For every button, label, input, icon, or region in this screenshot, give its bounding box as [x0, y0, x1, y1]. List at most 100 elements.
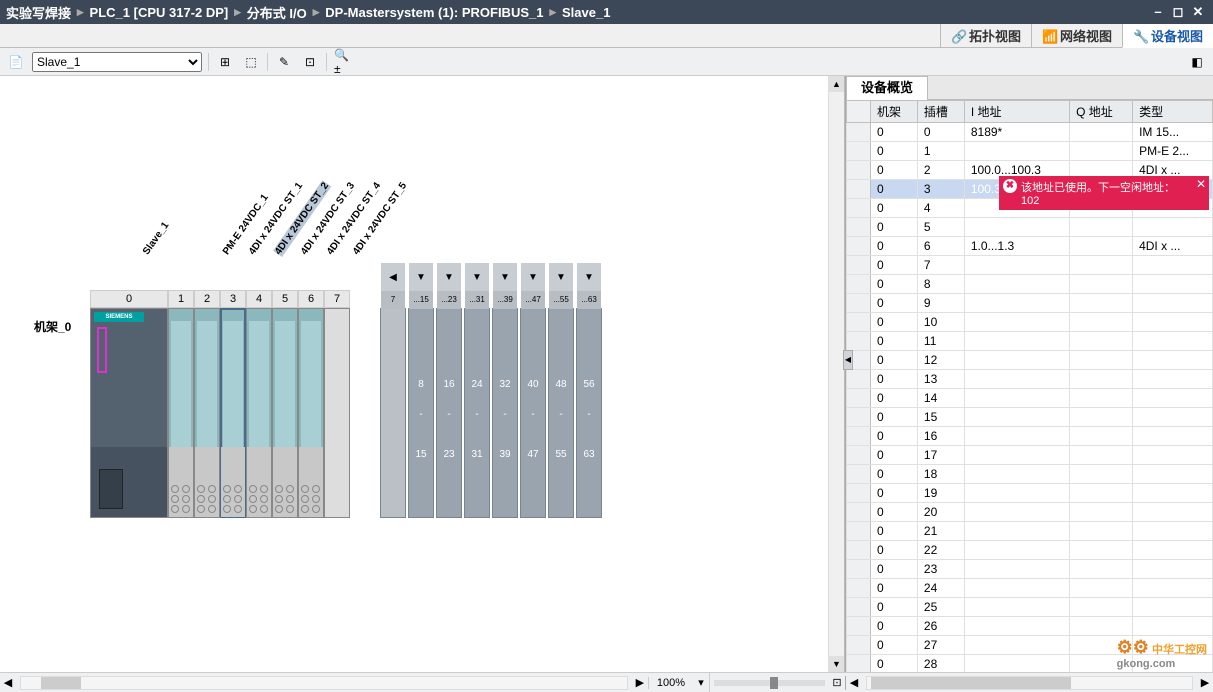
exp-dropdown-icon[interactable]	[577, 263, 601, 291]
zoom-button[interactable]: 🔍±	[333, 52, 353, 72]
exp-nav-left-icon[interactable]: ◀	[381, 263, 405, 291]
exp-slot-1[interactable]: ...23 16 - 23	[436, 308, 462, 518]
breadcrumb-4[interactable]: Slave_1	[562, 5, 610, 20]
table-row[interactable]: 014	[847, 389, 1213, 408]
canvas-hscroll[interactable]	[20, 676, 628, 690]
tool-btn-1[interactable]: ⊞	[215, 52, 235, 72]
table-row[interactable]: 01PM-E 2...	[847, 142, 1213, 161]
table-row[interactable]: 08	[847, 275, 1213, 294]
slot-label-0[interactable]: Slave_1	[141, 220, 171, 257]
table-row[interactable]: 013	[847, 370, 1213, 389]
module-slot-5[interactable]	[272, 308, 298, 518]
exp-slot-6[interactable]: ...63 56 - 63	[576, 308, 602, 518]
panel-collapse-handle[interactable]: ◀	[843, 350, 853, 370]
module-slot-6[interactable]	[298, 308, 324, 518]
siemens-logo: SIEMENS	[94, 312, 144, 322]
breadcrumb-3[interactable]: DP-Mastersystem (1): PROFIBUS_1	[325, 5, 543, 20]
table-row[interactable]: 061.0...1.34DI x ...	[847, 237, 1213, 256]
table-row[interactable]: 023	[847, 560, 1213, 579]
table-row[interactable]: 008189*IM 15...	[847, 123, 1213, 142]
title-bar: 实验写焊接▸ PLC_1 [CPU 317-2 DP]▸ 分布式 I/O▸ DP…	[0, 0, 1213, 24]
breadcrumb-2[interactable]: 分布式 I/O	[247, 3, 307, 22]
table-row[interactable]: 022	[847, 541, 1213, 560]
col-i-addr[interactable]: I 地址	[964, 101, 1069, 123]
zoom-dropdown[interactable]: ▾	[693, 676, 709, 689]
device-canvas[interactable]: 机架_0 Slave_1PM-E 24VDC_14DI x 24VDC ST_1…	[0, 76, 845, 672]
tab-network-view[interactable]: 📶网络视图	[1031, 24, 1122, 47]
table-hscroll-left[interactable]: ◀	[846, 676, 862, 690]
table-hscroll[interactable]	[866, 676, 1193, 690]
zoom-slider[interactable]	[714, 680, 825, 686]
tool-btn-3[interactable]: ✎	[274, 52, 294, 72]
exp-dropdown-icon[interactable]	[437, 263, 461, 291]
table-row[interactable]: 024	[847, 579, 1213, 598]
exp-dropdown-icon[interactable]	[493, 263, 517, 291]
breadcrumb-1[interactable]: PLC_1 [CPU 317-2 DP]	[90, 5, 229, 20]
tool-btn-4[interactable]: ⊡	[300, 52, 320, 72]
module-slot-1[interactable]	[168, 308, 194, 518]
module-head[interactable]: SIEMENS	[90, 308, 168, 518]
exp-slot-2[interactable]: ...31 24 - 31	[464, 308, 490, 518]
table-row[interactable]: 018	[847, 465, 1213, 484]
hscroll-left[interactable]: ◀	[0, 676, 16, 689]
hscroll-right[interactable]: ▶	[632, 676, 648, 689]
col-rack[interactable]: 机架	[871, 101, 918, 123]
table-row[interactable]: 09	[847, 294, 1213, 313]
table-row[interactable]: 011	[847, 332, 1213, 351]
exp-dropdown-icon[interactable]	[549, 263, 573, 291]
canvas-vscroll[interactable]: ▲ ▼	[828, 76, 844, 672]
fit-button[interactable]: ⊡	[829, 676, 845, 689]
table-row[interactable]: 028	[847, 655, 1213, 673]
module-slot-2[interactable]	[194, 308, 220, 518]
table-row[interactable]: 027	[847, 636, 1213, 655]
table-row[interactable]: 010	[847, 313, 1213, 332]
col-q-addr[interactable]: Q 地址	[1070, 101, 1133, 123]
table-row[interactable]: 020	[847, 503, 1213, 522]
table-row[interactable]: 025	[847, 598, 1213, 617]
zoom-level[interactable]: 100%	[648, 677, 693, 689]
slot-label-1[interactable]: PM-E 24VDC_1	[221, 192, 271, 257]
maximize-button[interactable]: ◻	[1169, 5, 1187, 19]
slot-number-7: 7	[324, 290, 350, 308]
exp-nav[interactable]: ◀7	[380, 308, 406, 518]
module-slot-7[interactable]	[324, 308, 350, 518]
tab-device-view[interactable]: 🔧设备视图	[1122, 24, 1213, 48]
table-row[interactable]: 021	[847, 522, 1213, 541]
table-row[interactable]: 026	[847, 617, 1213, 636]
slot-number-2: 2	[194, 290, 220, 308]
exp-slot-4[interactable]: ...47 40 - 47	[520, 308, 546, 518]
tab-topology-view[interactable]: 🔗拓扑视图	[940, 24, 1031, 47]
col-slot[interactable]: 插槽	[917, 101, 964, 123]
panel-tab-overview[interactable]: 设备概览	[846, 76, 928, 100]
exp-dropdown-icon[interactable]	[465, 263, 489, 291]
table-row[interactable]: 015	[847, 408, 1213, 427]
module-slot-3[interactable]	[220, 308, 246, 518]
table-row[interactable]: 05	[847, 218, 1213, 237]
table-row[interactable]: 016	[847, 427, 1213, 446]
tool-btn-2[interactable]: ⬚	[241, 52, 261, 72]
scroll-up-icon[interactable]: ▲	[829, 76, 844, 92]
exp-dropdown-icon[interactable]	[409, 263, 433, 291]
exp-slot-0[interactable]: ...15 8 - 15	[408, 308, 434, 518]
navigate-button[interactable]: 📄	[6, 52, 26, 72]
device-icon: 🔧	[1133, 29, 1147, 43]
table-row[interactable]: 017	[847, 446, 1213, 465]
exp-dropdown-icon[interactable]	[521, 263, 545, 291]
close-button[interactable]: ✕	[1189, 5, 1207, 19]
rack-label: 机架_0	[34, 318, 71, 335]
table-hscroll-right[interactable]: ▶	[1197, 676, 1213, 690]
col-type[interactable]: 类型	[1133, 101, 1213, 123]
exp-slot-5[interactable]: ...55 48 - 55	[548, 308, 574, 518]
slot-number-5: 5	[272, 290, 298, 308]
module-slot-4[interactable]	[246, 308, 272, 518]
scroll-down-icon[interactable]: ▼	[829, 656, 844, 672]
table-row[interactable]: 012	[847, 351, 1213, 370]
minimize-button[interactable]: –	[1149, 5, 1167, 19]
error-close-button[interactable]: ✕	[1196, 177, 1206, 191]
device-selector[interactable]: Slave_1	[32, 52, 202, 72]
table-row[interactable]: 07	[847, 256, 1213, 275]
table-row[interactable]: 019	[847, 484, 1213, 503]
breadcrumb-0[interactable]: 实验写焊接	[6, 3, 71, 22]
exp-slot-3[interactable]: ...39 32 - 39	[492, 308, 518, 518]
panel-toggle-button[interactable]: ◧	[1187, 52, 1207, 72]
